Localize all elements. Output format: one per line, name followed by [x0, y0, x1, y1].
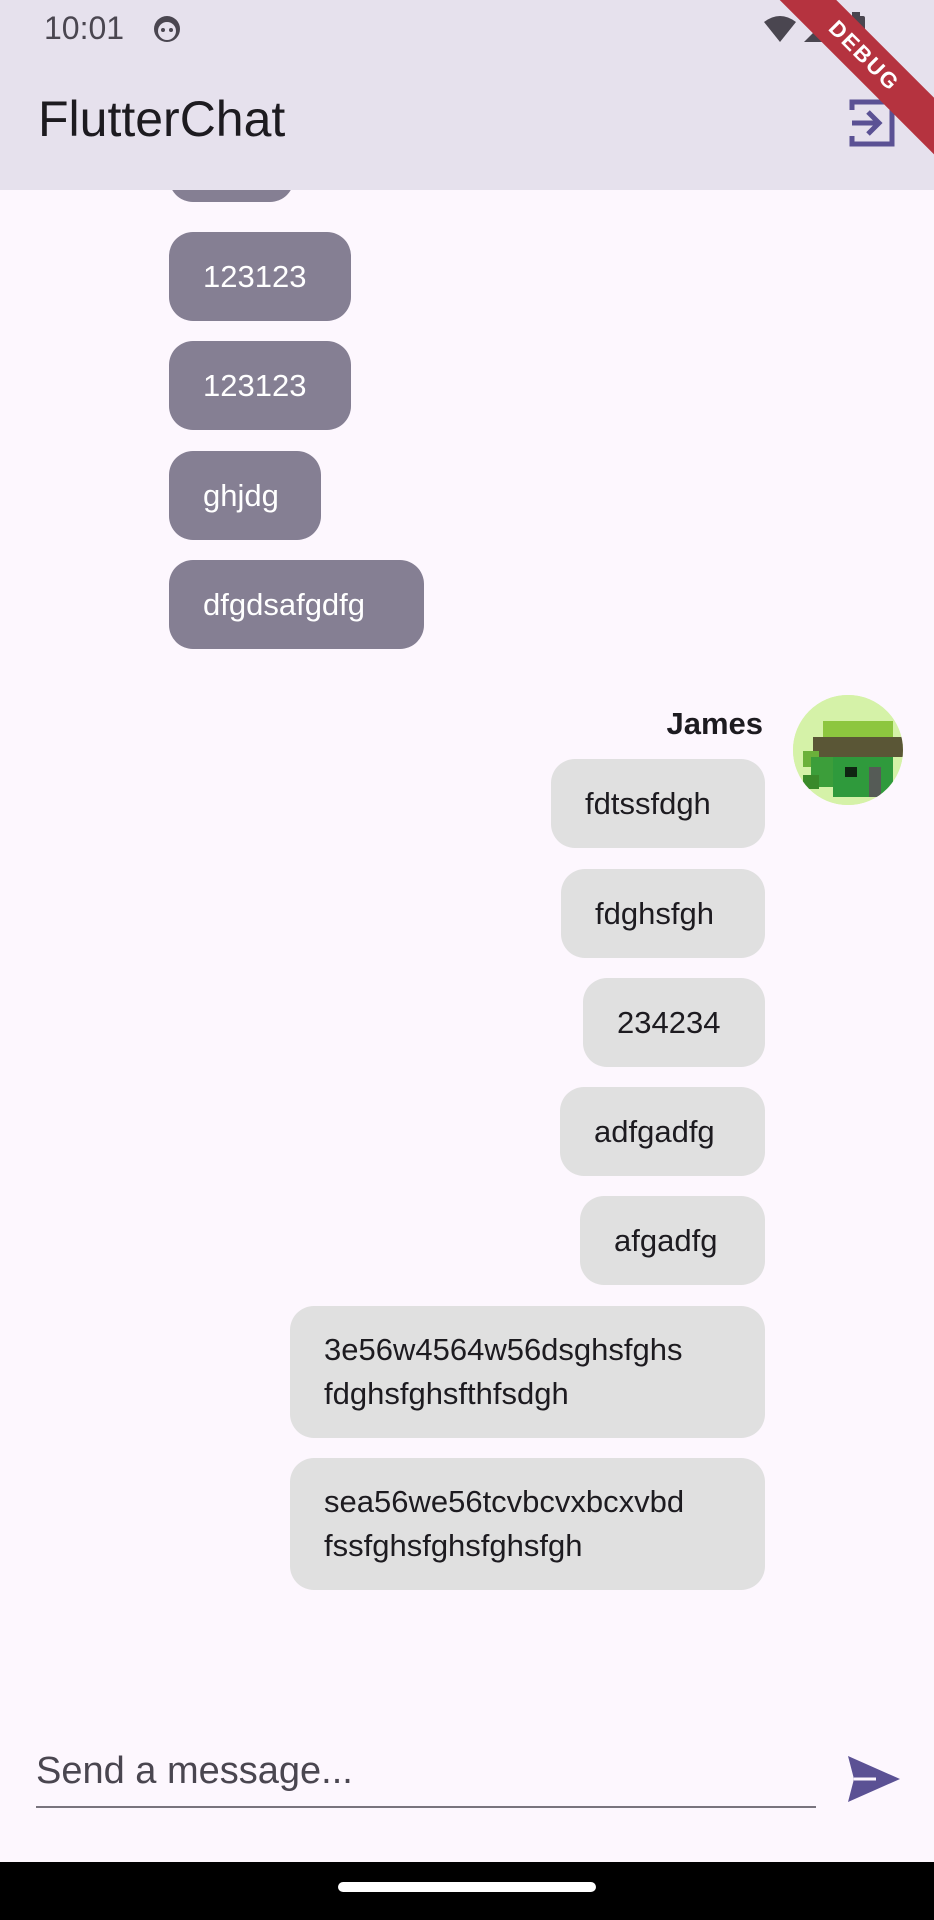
message-bubble-mine: afgadfg: [580, 1196, 765, 1285]
sender-name: James: [666, 706, 763, 741]
message-bubble-other: dfgdsafgdfg: [169, 560, 424, 649]
avatar[interactable]: [793, 695, 903, 805]
system-nav-bar: [0, 1862, 934, 1920]
send-icon[interactable]: [846, 1754, 902, 1804]
composer: [0, 1680, 934, 1862]
message-bubble-mine: adfgadfg: [560, 1087, 765, 1176]
message-bubble-other: 123123: [169, 341, 351, 430]
message-bubble-mine: fdghsfgh: [561, 869, 765, 958]
message-bubble-mine: 3e56w4564w56dsghsfghs fdghsfghsfthfsdgh: [290, 1306, 765, 1438]
chat-list[interactable]: 123123 123123 ghjdg dfgdsafgdfg James fd…: [0, 190, 934, 1680]
status-time: 10:01: [44, 10, 125, 46]
message-bubble-mine: sea56we56tcvbcvxbcxvbd fssfghsfghsfghsfg…: [290, 1458, 765, 1590]
message-bubble-other: ghjdg: [169, 451, 321, 540]
message-bubble-mine: 234234: [583, 978, 765, 1067]
home-indicator[interactable]: [338, 1882, 596, 1892]
face-icon: [154, 16, 180, 42]
message-bubble-mine: fdtssfdgh: [551, 759, 765, 848]
wifi-icon: [764, 16, 796, 42]
message-bubble-other: [169, 190, 294, 202]
message-input[interactable]: [36, 1736, 816, 1808]
app-bar: FlutterChat: [0, 60, 934, 190]
avatar-pixel-icon: [793, 695, 903, 805]
app-title: FlutterChat: [38, 91, 286, 147]
message-bubble-other: 123123: [169, 232, 351, 321]
